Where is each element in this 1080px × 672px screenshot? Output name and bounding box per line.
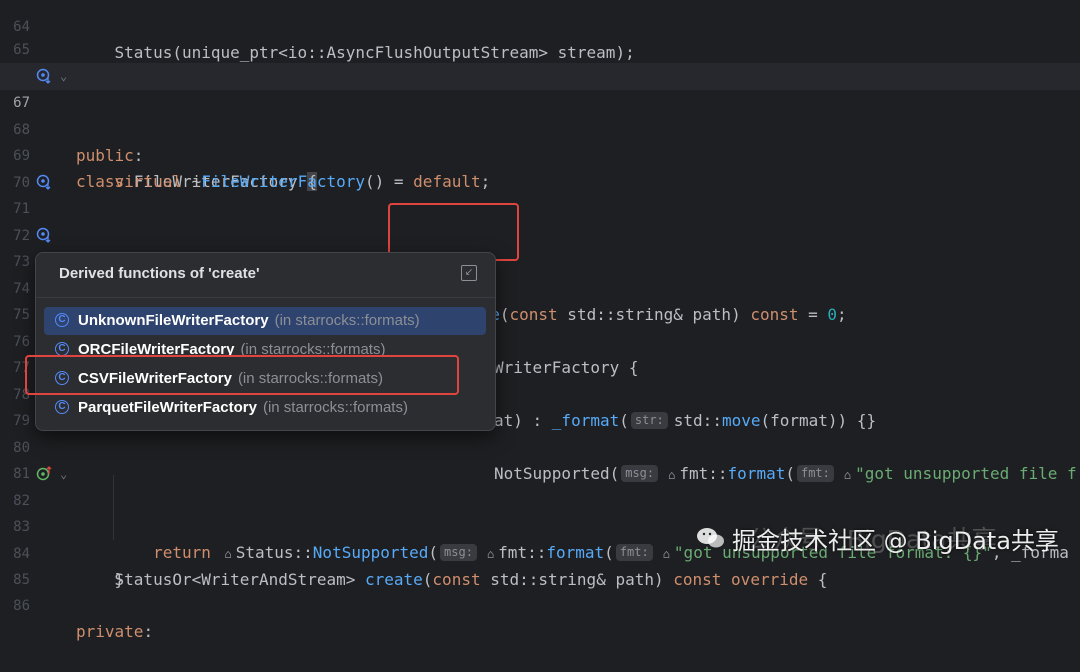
code-line[interactable]: 86 private: <box>0 566 1080 642</box>
code-line[interactable]: 83 return ⌂ Status::NotSupported(msg: ⌂ fmt… <box>0 487 1080 563</box>
derived-functions-popup[interactable]: Derived functions of 'create' ↙ C Unknow… <box>35 252 496 431</box>
overrides-up-icon[interactable] <box>36 466 52 482</box>
item-name: UnknownFileWriterFactory <box>78 312 269 329</box>
item-name: ParquetFileWriterFactory <box>78 399 257 416</box>
highlight-box-csv <box>25 355 459 395</box>
wechat-icon <box>697 528 724 548</box>
item-location: (in starrocks::formats) <box>274 312 420 329</box>
class-icon: C <box>55 313 69 327</box>
code-text: private: <box>76 622 154 642</box>
open-in-window-icon[interactable]: ↙ <box>461 265 477 281</box>
code-line[interactable]: 73 virtual StatusOr<WriterAndStream> cre… <box>0 222 1080 324</box>
code-line-current[interactable]: 67 ⌄ class FileWriterFactory { <box>0 63 1080 192</box>
code-line[interactable]: 69 virtual ~FileWriterFactory() = defaul… <box>0 116 1080 192</box>
implemented-down-icon[interactable] <box>36 68 52 84</box>
implemented-down-icon[interactable] <box>36 174 52 190</box>
implemented-down-icon[interactable] <box>36 227 52 243</box>
class-icon: C <box>55 342 69 356</box>
fold-chevron-icon[interactable]: ⌄ <box>60 63 67 90</box>
popup-item-unknown[interactable]: C UnknownFileWriterFactory (in starrocks:… <box>44 307 486 335</box>
line-number: 86 <box>13 597 30 614</box>
code-line[interactable]: 81 <box>0 434 1080 482</box>
popup-item-parquet[interactable]: C ParquetFileWriterFactory (in starrocks:… <box>44 394 486 422</box>
watermark-text: 掘金技术社区 @ BigData共享 <box>732 527 1059 555</box>
code-line[interactable]: 70 <box>0 143 1080 191</box>
popup-title: Derived functions of 'create' <box>59 265 260 282</box>
code-line[interactable]: 66 <box>0 37 1080 85</box>
divider <box>36 297 495 298</box>
code-line[interactable]: 82 ⌄ StatusOr<WriterAndStream> create(co… <box>0 461 1080 589</box>
code-line[interactable]: 71 virtual Status init() = 0; <box>0 169 1080 271</box>
item-location: (in starrocks::formats) <box>262 399 408 416</box>
code-line[interactable]: 68 public: <box>0 90 1080 166</box>
code-line[interactable]: 65 }; <box>0 10 1080 86</box>
fold-chevron-icon[interactable]: ⌄ <box>60 461 67 488</box>
class-icon: C <box>55 400 69 414</box>
code-line[interactable]: 72 <box>0 196 1080 244</box>
